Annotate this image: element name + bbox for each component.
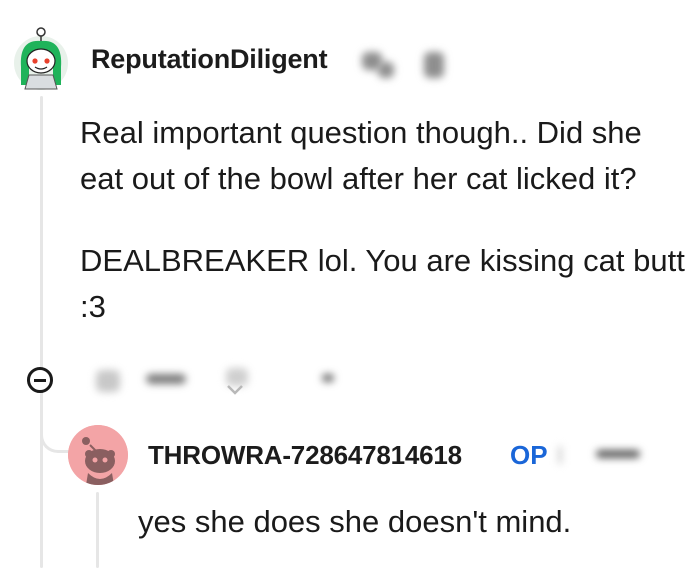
comment-body: Real important question though.. Did she… [80, 110, 690, 330]
reply-thread-line [96, 492, 99, 568]
comment-paragraph: Real important question though.. Did she… [80, 115, 642, 196]
upvote-icon[interactable] [92, 364, 126, 398]
reply-author[interactable]: THROWRA-728647814618 [148, 440, 462, 471]
chevron-down-icon [227, 385, 243, 395]
minus-icon [34, 378, 46, 382]
snoo-green-hair-avatar-icon [14, 27, 68, 90]
more-options-icon[interactable] [316, 366, 340, 390]
thread-line [40, 96, 43, 568]
author-avatar[interactable] [13, 27, 69, 91]
blurred-award-icon [424, 52, 444, 78]
blurred-timestamp [596, 450, 640, 458]
reply-body: yes she does she doesn't mind. [138, 504, 572, 539]
blurred-flair-icon [378, 62, 394, 78]
comment-author[interactable]: ReputationDiligent [91, 44, 328, 75]
snoo-default-avatar-icon [68, 425, 128, 485]
reply-author-avatar[interactable] [68, 425, 128, 485]
op-badge: OP [510, 440, 548, 470]
comment-paragraph: DEALBREAKER lol. You are kissing cat but… [80, 243, 685, 324]
collapse-thread-button[interactable] [27, 367, 53, 393]
blurred-separator [558, 446, 562, 464]
downvote-icon[interactable] [222, 364, 256, 398]
vote-count [146, 370, 186, 390]
